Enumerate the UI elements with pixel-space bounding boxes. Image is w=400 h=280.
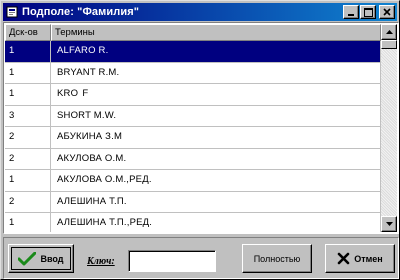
app-icon	[5, 5, 19, 19]
count-cell: 2	[5, 127, 51, 149]
full-button[interactable]: Полностью	[242, 244, 312, 273]
grid-header: Дск-ов Термины	[5, 24, 381, 41]
ok-button-label: Ввод	[40, 253, 64, 264]
key-input[interactable]	[128, 250, 216, 272]
count-cell: 1	[5, 170, 51, 192]
grid-rows: 1 ALFARO R. 1 BRYANT R.M. 1 KRO F 3 SHORT M.W. 2…	[5, 41, 381, 232]
arrow-down-icon	[385, 222, 393, 226]
cancel-button[interactable]: Отмен	[325, 244, 395, 273]
term-cell: SHORT M.W.	[51, 105, 381, 127]
close-button[interactable]	[379, 5, 395, 19]
column-header-count[interactable]: Дск-ов	[5, 24, 51, 41]
count-cell: 1	[5, 41, 51, 63]
arrow-up-icon	[385, 30, 393, 34]
scroll-up-button[interactable]	[381, 24, 397, 40]
bottom-panel: Ввод Ключ: Полностью Отмен	[3, 237, 399, 279]
cancel-button-label: Отмен	[354, 253, 383, 264]
term-cell: АБУКИНА З.М	[51, 127, 381, 149]
key-label: Ключ:	[87, 256, 115, 267]
count-cell: 2	[5, 148, 51, 170]
close-icon	[383, 8, 391, 16]
dialog-window: Подполе: "Фамилия" Дск-ов Термины 1 ALFAR…	[0, 0, 400, 280]
grid-body: Дск-ов Термины 1 ALFARO R. 1 BRYANT R.M. 1 KR…	[5, 24, 381, 232]
term-cell: АЛЕШИНА Т.П.	[51, 191, 381, 213]
maximize-icon	[363, 7, 373, 17]
term-cell: АКУЛОВА О.М.,РЕД.	[51, 170, 381, 192]
count-cell: 1	[5, 62, 51, 84]
maximize-button[interactable]	[360, 5, 376, 19]
cancel-x-icon	[337, 252, 350, 265]
table-row[interactable]: 1 АКУЛОВА О.М.,РЕД.	[5, 170, 381, 192]
count-cell: 1	[5, 213, 51, 232]
full-button-label: Полностью	[253, 253, 301, 264]
term-cell: АЛЕШИНА Т.П.,РЕД.	[51, 213, 381, 232]
scroll-thumb[interactable]	[381, 40, 397, 49]
ok-button[interactable]: Ввод	[8, 244, 74, 273]
term-cell: АКУЛОВА О.М.	[51, 148, 381, 170]
table-row[interactable]: 1 ALFARO R.	[5, 41, 381, 63]
checkmark-icon	[18, 251, 37, 265]
table-row[interactable]: 1 АЛЕШИНА Т.П.,РЕД.	[5, 213, 381, 232]
terms-grid[interactable]: Дск-ов Термины 1 ALFARO R. 1 BRYANT R.M. 1 KR…	[3, 22, 399, 234]
table-row[interactable]: 2 АКУЛОВА О.М.	[5, 148, 381, 170]
column-header-terms[interactable]: Термины	[51, 24, 381, 41]
vertical-scrollbar[interactable]	[381, 24, 397, 232]
table-row[interactable]: 3 SHORT M.W.	[5, 105, 381, 127]
title-bar[interactable]: Подполе: "Фамилия"	[3, 3, 397, 21]
minimize-icon	[348, 14, 354, 16]
table-row[interactable]: 2 АБУКИНА З.М	[5, 127, 381, 149]
term-cell: ALFARO R.	[51, 41, 381, 63]
table-row[interactable]: 2 АЛЕШИНА Т.П.	[5, 191, 381, 213]
count-cell: 2	[5, 191, 51, 213]
term-cell: BRYANT R.M.	[51, 62, 381, 84]
table-row[interactable]: 1 BRYANT R.M.	[5, 62, 381, 84]
count-cell: 1	[5, 84, 51, 106]
term-cell: KRO F	[51, 84, 381, 106]
table-row[interactable]: 1 KRO F	[5, 84, 381, 106]
count-cell: 3	[5, 105, 51, 127]
window-title: Подполе: "Фамилия"	[22, 6, 140, 18]
scroll-down-button[interactable]	[381, 216, 397, 232]
minimize-button[interactable]	[343, 5, 359, 19]
